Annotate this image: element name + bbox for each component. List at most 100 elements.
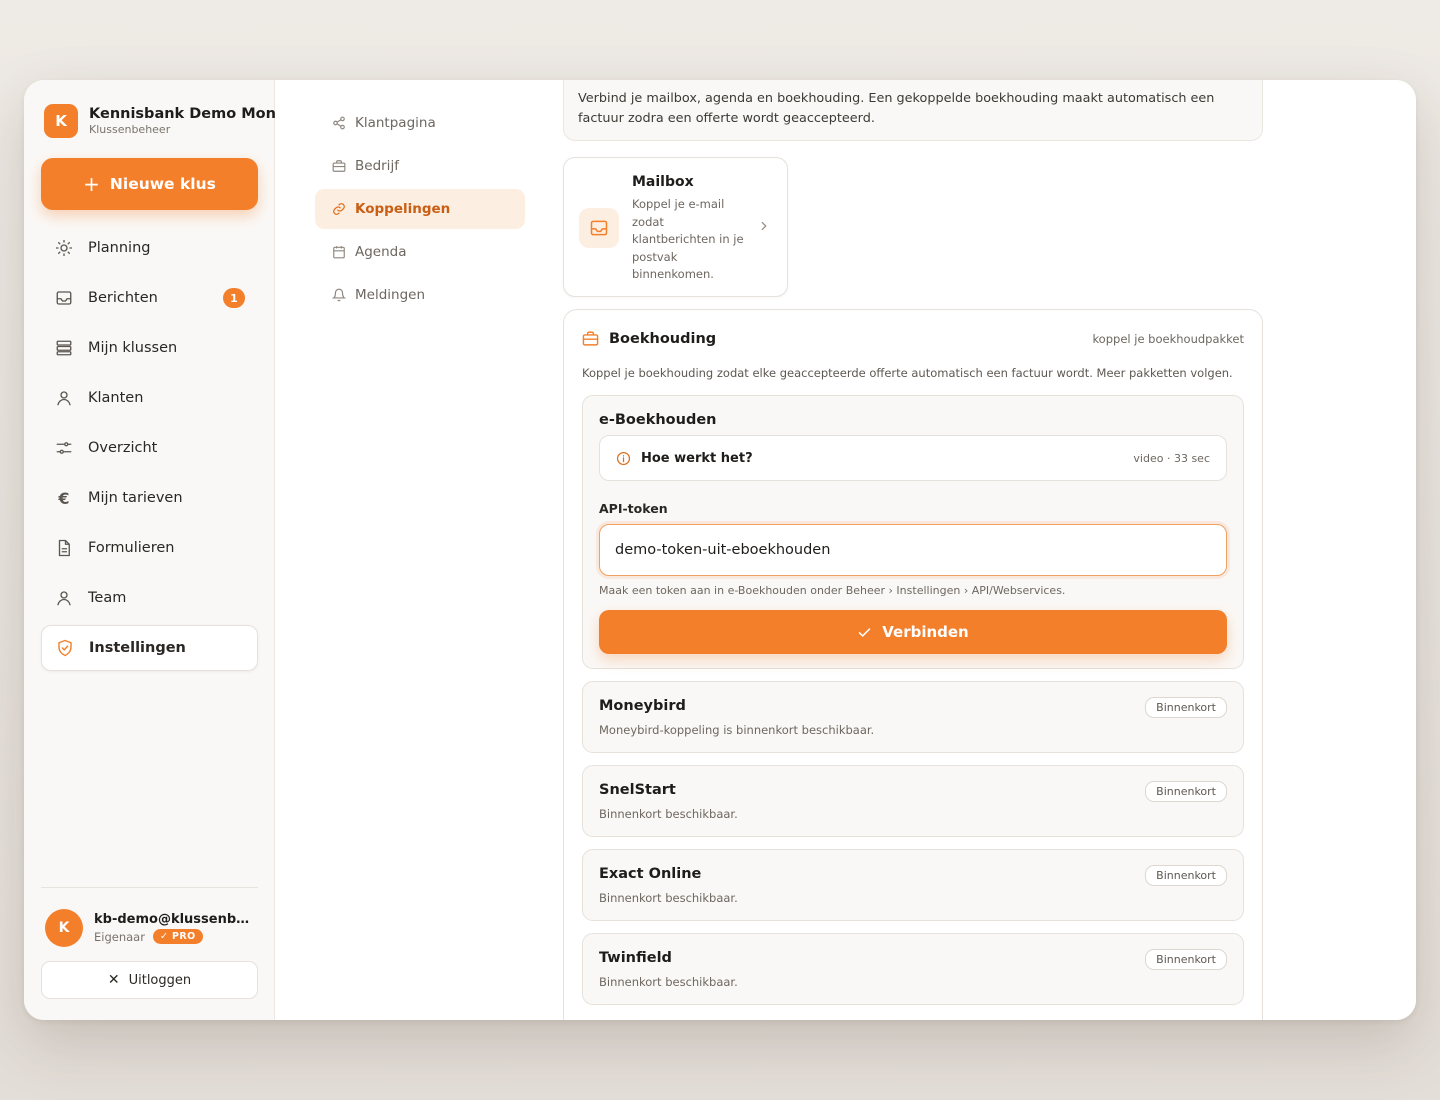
check-icon <box>857 625 872 640</box>
sidebar: K Kennisbank Demo Montage Klussenbeheer … <box>24 80 275 1020</box>
sidebar-divider <box>41 887 258 888</box>
close-icon: ✕ <box>107 972 120 988</box>
inbox-icon <box>54 288 74 308</box>
user-email: kb-demo@klussenbeheer.nl <box>94 912 254 927</box>
connect-button[interactable]: Verbinden <box>599 610 1227 654</box>
sidebar-item-label: Planning <box>88 240 151 256</box>
subnav-label: Bedrijf <box>355 158 399 174</box>
calendar-icon <box>331 244 347 260</box>
user-role: Eigenaar <box>94 929 145 944</box>
api-token-label: API-token <box>599 501 668 516</box>
accounting-card: Boekhouding koppel je boekhoudpakket Kop… <box>563 309 1263 1020</box>
status-badge: Binnenkort <box>1145 781 1227 802</box>
tab-agenda[interactable]: Agenda <box>315 232 525 272</box>
avatar: K <box>45 909 83 947</box>
user-icon <box>54 388 74 408</box>
provider-moneybird: Moneybird Moneybird-koppeling is binnenk… <box>582 681 1244 753</box>
plus-icon: + <box>83 172 100 196</box>
connect-label: Verbinden <box>882 623 969 641</box>
main-nav: Planning Berichten 1 Mijn klussen Klante… <box>41 225 258 675</box>
new-job-label: Nieuwe klus <box>109 175 216 193</box>
app-window: K Kennisbank Demo Montage Klussenbeheer … <box>24 80 1416 1020</box>
pro-badge: ✓ PRO <box>152 929 203 944</box>
brand: K Kennisbank Demo Montage Klussenbeheer <box>44 104 275 138</box>
provider-snelstart: SnelStart Binnenkort beschikbaar. Binnen… <box>582 765 1244 837</box>
status-badge: Binnenkort <box>1145 949 1227 970</box>
stack-icon <box>54 338 74 358</box>
sidebar-item-overzicht[interactable]: Overzicht <box>41 425 258 471</box>
share-icon <box>331 115 347 131</box>
sidebar-item-label: Klanten <box>88 390 144 406</box>
how-it-works-label: Hoe werkt het? <box>641 451 753 466</box>
logout-label: Uitloggen <box>128 972 192 988</box>
status-badge: Binnenkort <box>1145 865 1227 886</box>
user-profile[interactable]: K kb-demo@klussenbeheer.nl Eigenaar ✓ PR… <box>45 909 259 947</box>
provider-description: Moneybird-koppeling is binnenkort beschi… <box>599 723 875 737</box>
inbox-icon <box>579 208 619 248</box>
brand-subtitle: Klussenbeheer <box>89 123 171 136</box>
provider-exact-online: Exact Online Binnenkort beschikbaar. Bin… <box>582 849 1244 921</box>
brand-logo: K <box>44 104 78 138</box>
provider-description: Binnenkort beschikbaar. <box>599 807 738 821</box>
sidebar-item-mijn-tarieven[interactable]: € Mijn tarieven <box>41 475 258 521</box>
provider-e-boekhouden: e-Boekhouden Hoe werkt het? video · 33 s… <box>582 395 1244 669</box>
briefcase-icon <box>331 158 347 174</box>
provider-description: Binnenkort beschikbaar. <box>599 975 738 989</box>
accounting-hint: koppel je boekhoudpakket <box>1092 332 1244 346</box>
bell-icon <box>331 287 347 303</box>
provider-name: SnelStart <box>599 782 676 798</box>
how-it-works-button[interactable]: Hoe werkt het? video · 33 sec <box>599 435 1227 481</box>
accounting-description: Koppel je boekhouding zodat elke geaccep… <box>582 366 1233 380</box>
tab-meldingen[interactable]: Meldingen <box>315 275 525 315</box>
intro-card: Verbind je mailbox, agenda en boekhoudin… <box>563 80 1263 141</box>
sidebar-item-label: Mijn tarieven <box>88 490 183 506</box>
sidebar-item-label: Formulieren <box>88 540 175 556</box>
provider-name: Moneybird <box>599 698 686 714</box>
settings-subnav: Klantpagina Bedrijf Koppelingen Agenda M… <box>315 103 525 318</box>
provider-name: e-Boekhouden <box>599 412 717 428</box>
sidebar-item-label: Berichten <box>88 290 158 306</box>
sun-icon <box>54 238 74 258</box>
subnav-label: Koppelingen <box>355 201 451 217</box>
brand-name: Kennisbank Demo Montage <box>89 106 275 122</box>
document-icon <box>54 538 74 558</box>
sidebar-item-planning[interactable]: Planning <box>41 225 258 271</box>
sidebar-item-formulieren[interactable]: Formulieren <box>41 525 258 571</box>
main-content: Klantpagina Bedrijf Koppelingen Agenda M… <box>275 80 1416 1020</box>
sidebar-item-label: Overzicht <box>88 440 158 456</box>
subnav-label: Klantpagina <box>355 115 436 131</box>
unread-badge: 1 <box>223 288 245 308</box>
accounting-title: Boekhouding <box>609 330 717 347</box>
chevron-right-icon <box>757 218 771 237</box>
provider-name: Exact Online <box>599 866 702 882</box>
info-icon <box>616 451 631 466</box>
sidebar-item-instellingen[interactable]: Instellingen <box>41 625 258 671</box>
provider-name: Twinfield <box>599 950 672 966</box>
mailbox-card[interactable]: Mailbox Koppel je e-mail zodat klantberi… <box>563 157 788 297</box>
shield-icon <box>55 638 75 658</box>
mailbox-description: Koppel je e-mail zodat klantberichten in… <box>632 197 744 281</box>
sidebar-item-klanten[interactable]: Klanten <box>41 375 258 421</box>
logout-button[interactable]: ✕ Uitloggen <box>41 961 258 999</box>
sidebar-item-team[interactable]: Team <box>41 575 258 621</box>
status-badge: Binnenkort <box>1145 697 1227 718</box>
new-job-button[interactable]: + Nieuwe klus <box>41 158 258 210</box>
briefcase-icon <box>582 330 599 347</box>
tab-koppelingen[interactable]: Koppelingen <box>315 189 525 229</box>
link-icon <box>331 201 347 217</box>
subnav-label: Meldingen <box>355 287 426 303</box>
video-duration: video · 33 sec <box>1133 452 1210 465</box>
provider-description: Binnenkort beschikbaar. <box>599 891 738 905</box>
tab-klantpagina[interactable]: Klantpagina <box>315 103 525 143</box>
tab-bedrijf[interactable]: Bedrijf <box>315 146 525 186</box>
sliders-icon <box>54 438 74 458</box>
mailbox-title: Mailbox <box>632 174 694 190</box>
user-icon <box>54 588 74 608</box>
api-token-input[interactable] <box>599 524 1227 576</box>
provider-twinfield: Twinfield Binnenkort beschikbaar. Binnen… <box>582 933 1244 1005</box>
intro-text: Verbind je mailbox, agenda en boekhoudin… <box>578 91 1215 126</box>
sidebar-item-label: Team <box>88 590 127 606</box>
sidebar-item-berichten[interactable]: Berichten 1 <box>41 275 258 321</box>
sidebar-item-label: Instellingen <box>89 640 186 656</box>
sidebar-item-mijn-klussen[interactable]: Mijn klussen <box>41 325 258 371</box>
